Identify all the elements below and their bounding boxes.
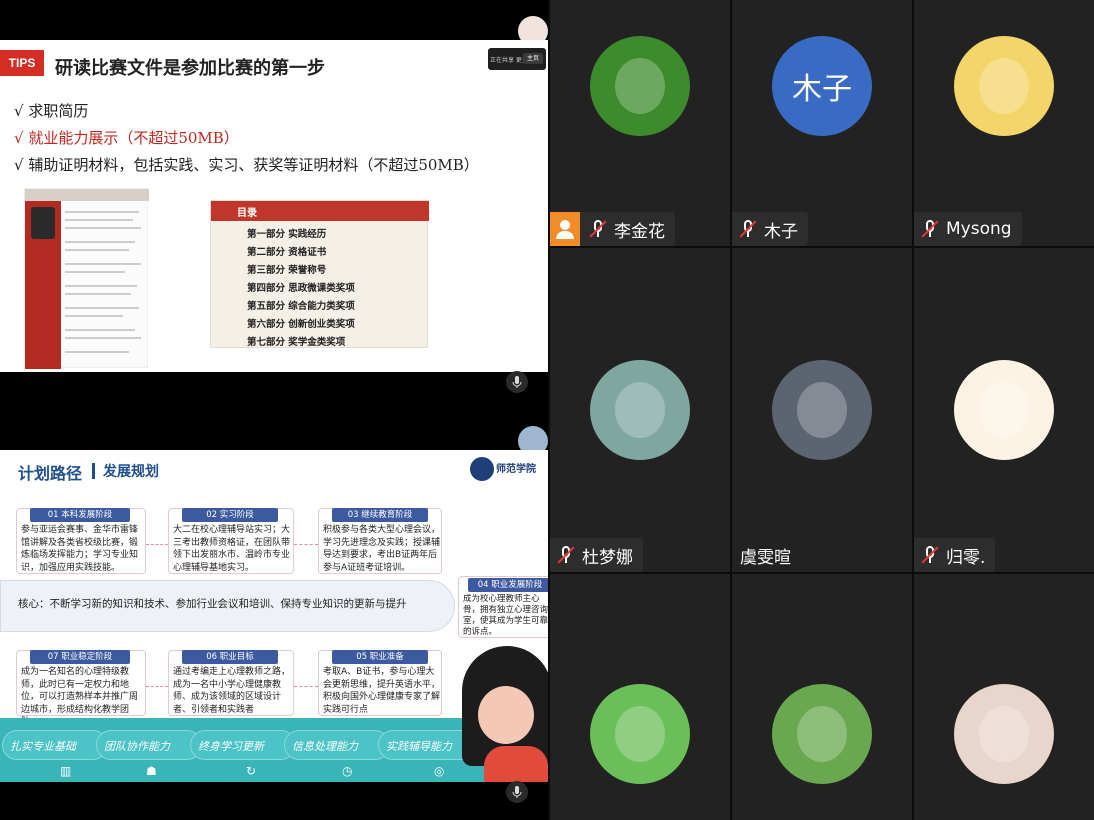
logo-text: 师范学院 xyxy=(496,464,536,475)
mic-muted-icon xyxy=(920,219,940,239)
participant-name-tag: 木子 xyxy=(732,212,808,246)
bunny-avatar xyxy=(954,360,1054,460)
shared-screen-bottom[interactable]: 计划路径 发展规划 师范学院 01 本科发展阶段 参与亚运会赛事、金华市雷锋馆讲… xyxy=(0,410,548,820)
participant-name: 杜梦娜 xyxy=(582,547,633,568)
slide-plan-path: 计划路径 发展规划 师范学院 01 本科发展阶段 参与亚运会赛事、金华市雷锋馆讲… xyxy=(0,450,548,782)
ability-label: 扎实专业基础 xyxy=(10,740,76,753)
toc-header: 目录 xyxy=(237,208,257,219)
toc-item: 第一部分 实践经历 xyxy=(247,229,327,240)
ability-label: 终身学习更新 xyxy=(198,740,264,753)
green-blob-avatar xyxy=(772,684,872,784)
stage-tag: 04 职业发展阶段 xyxy=(468,578,548,592)
participant-tile[interactable]: 虞雯暄 xyxy=(732,248,912,572)
snow-avatar xyxy=(772,360,872,460)
lettuce-avatar xyxy=(590,36,690,136)
anime-girl-avatar xyxy=(954,36,1054,136)
core-text: 核心：不断学习新的知识和技术、参加行业会议和培训、保持专业知识的更新与提升 xyxy=(18,598,407,610)
stage-text: 成为校心理教师主心骨，拥有独立心理咨询室，使其成为学生可靠的诉点。 xyxy=(463,594,548,637)
stage-text: 大二在校心理辅导站实习；大三考出教师资格证，在团队带领下出发丽水市、温岭市专业心… xyxy=(173,525,291,573)
bullet-resume: √ 求职简历 xyxy=(14,102,89,120)
mic-icon[interactable] xyxy=(506,371,528,393)
participant-tile[interactable] xyxy=(550,574,730,820)
participant-name-tag: Mysong xyxy=(914,212,1022,246)
slide-title: 研读比赛文件是参加比赛的第一步 xyxy=(55,58,325,79)
refresh-icon: ↻ xyxy=(246,764,257,778)
participant-tile[interactable] xyxy=(732,574,912,820)
school-logo-icon xyxy=(470,457,494,481)
participant-tile[interactable]: 木子 木子 xyxy=(732,0,912,246)
meeting-window: TIPS 研读比赛文件是参加比赛的第一步 √ 求职简历 √ 就业能力展示（不超过… xyxy=(0,0,1094,820)
user-icon xyxy=(550,212,580,246)
toc-item: 第六部分 创新创业类奖项 xyxy=(247,319,355,330)
toc-item: 第四部分 思政微课类奖项 xyxy=(247,283,355,294)
painting-avatar xyxy=(590,360,690,460)
toc-thumbnail: 目录 第一部分 实践经历 第二部分 资格证书 第三部分 荣誉称号 第四部分 思政… xyxy=(210,200,429,348)
toc-item: 第二部分 资格证书 xyxy=(247,247,327,258)
stage-text: 通过考编走上心理教师之路，成为一名中小学心理健康教师、成为该领域的区域设计者、引… xyxy=(173,667,291,715)
toc-item: 第七部分 奖学金类奖项 xyxy=(247,337,346,348)
mic-muted-icon xyxy=(738,219,758,239)
participant-tile[interactable]: 李金花 xyxy=(550,0,730,246)
mic-icon[interactable] xyxy=(506,781,528,803)
participant-tile[interactable]: Mysong xyxy=(914,0,1094,246)
stage-text: 考取A、B证书，参与心理大会更新思维，提升英语水平，积极向国外心理健康专家了解实… xyxy=(323,667,441,715)
participant-tile[interactable] xyxy=(914,574,1094,820)
slide-competition-tips: TIPS 研读比赛文件是参加比赛的第一步 √ 求职简历 √ 就业能力展示（不超过… xyxy=(0,40,548,372)
person-photo xyxy=(31,207,55,239)
shared-screen-top[interactable]: TIPS 研读比赛文件是参加比赛的第一步 √ 求职简历 √ 就业能力展示（不超过… xyxy=(0,0,548,410)
participant-name-tag: 归零. xyxy=(914,538,996,572)
bullet-materials: √ 辅助证明材料，包括实践、实习、获奖等证明材料（不超过50MB） xyxy=(14,156,479,174)
stage-tag: 06 职业目标 xyxy=(182,650,278,664)
participant-tile[interactable]: 杜梦娜 xyxy=(550,248,730,572)
participant-tile[interactable]: 归零. xyxy=(914,248,1094,572)
stage-text: 参与亚运会赛事、金华市雷锋馆讲解及各类省校级比赛，锻炼临场发挥能力；学习专业知识… xyxy=(21,525,139,573)
participant-name-tag: 李金花 xyxy=(550,212,675,246)
girl-photo-avatar xyxy=(590,684,690,784)
resume-thumbnail xyxy=(24,188,149,369)
toc-item: 第五部分 综合能力类奖项 xyxy=(247,301,355,312)
participant-name: 木子 xyxy=(764,221,798,242)
avatar-initials: 木子 xyxy=(792,72,852,107)
participant-name-tag: 杜梦娜 xyxy=(550,538,643,572)
tips-label: TIPS xyxy=(0,50,44,76)
stage-text: 积极参与各类大型心理会议，学习先进理念及实践；授课辅导达到要求，考出B证两年后参… xyxy=(323,525,441,573)
plan-subtitle: 发展规划 xyxy=(103,464,159,480)
books-icon: ▥ xyxy=(60,764,72,778)
clock-icon: ◷ xyxy=(342,764,353,778)
participant-name: 虞雯暄 xyxy=(740,547,791,568)
share-home-button[interactable]: 主页 xyxy=(523,53,543,64)
bullet-ability: √ 就业能力展示（不超过50MB） xyxy=(14,129,239,147)
stage-tag: 05 职业准备 xyxy=(332,650,428,664)
selfie-avatar xyxy=(954,684,1054,784)
plan-title: 计划路径 xyxy=(18,464,83,483)
toc-item: 第三部分 荣誉称号 xyxy=(247,265,327,276)
ability-label: 信息处理能力 xyxy=(292,740,358,753)
stage-tag: 07 职业稳定阶段 xyxy=(30,650,130,664)
participant-name: 李金花 xyxy=(614,221,665,242)
ability-label: 团队协作能力 xyxy=(104,740,170,753)
mic-muted-icon xyxy=(588,219,608,239)
participant-name: Mysong xyxy=(946,219,1012,239)
ability-label: 实践辅导能力 xyxy=(386,740,452,753)
mic-muted-icon xyxy=(556,545,576,565)
stage-tag: 03 继续教育阶段 xyxy=(332,508,428,522)
stage-tag: 01 本科发展阶段 xyxy=(30,508,130,522)
participant-name: 归零. xyxy=(946,547,986,568)
team-icon: ☗ xyxy=(146,764,157,778)
target-icon: ◎ xyxy=(434,764,445,778)
mic-muted-icon xyxy=(920,545,940,565)
participant-name-tag: 虞雯暄 xyxy=(732,538,801,572)
stage-tag: 02 实习阶段 xyxy=(182,508,278,522)
share-control-bar[interactable]: 正在共享 更多 主页 xyxy=(488,48,546,70)
initials-avatar: 木子 xyxy=(772,36,872,136)
